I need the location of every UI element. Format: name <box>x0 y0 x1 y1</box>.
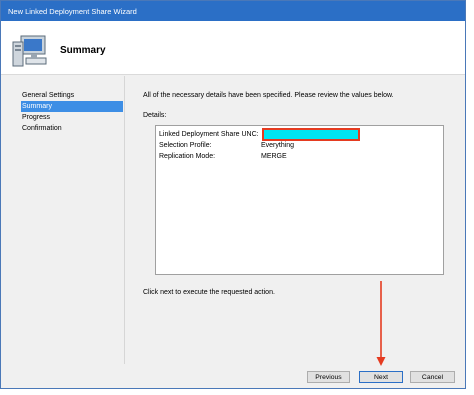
annotation-arrow <box>376 281 386 366</box>
